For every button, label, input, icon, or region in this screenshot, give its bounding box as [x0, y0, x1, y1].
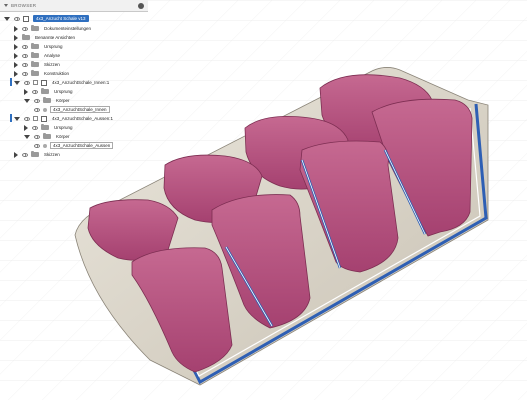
folder-icon: [31, 24, 39, 31]
chevron-right-icon[interactable]: [24, 124, 28, 131]
tree-item[interactable]: 4x3_AnzuchtSchale_Innen:1: [14, 78, 110, 87]
browser-title: BROWSER: [11, 3, 37, 8]
tree-item[interactable]: 4x3_AnzuchtSchale_Aussen: [34, 141, 114, 150]
eye-icon[interactable]: [34, 143, 40, 148]
eye-icon[interactable]: [22, 44, 28, 49]
active-indicator: [10, 114, 12, 122]
folder-icon: [31, 150, 39, 157]
checkbox-icon[interactable]: [33, 80, 38, 85]
tree-item[interactable]: Körper: [24, 96, 71, 105]
tree-item-label: 4x3_AnzuchtSchale_Innen: [50, 106, 110, 113]
chevron-down-icon[interactable]: [24, 98, 30, 103]
tree-item-label: Ursprung: [54, 125, 73, 130]
active-indicator: [10, 78, 12, 86]
eye-icon[interactable]: [34, 134, 40, 139]
tree-item-label: 4x3_AnzuchtSchale_Aussen:1: [52, 116, 114, 121]
folder-icon: [31, 69, 39, 76]
chevron-right-icon[interactable]: [14, 151, 18, 158]
root-label: 4x3_Anzucht Schale v13: [33, 15, 89, 22]
tree-item[interactable]: Benannte Ansichten: [14, 33, 76, 42]
tree-item[interactable]: Skizzen: [14, 60, 61, 69]
folder-icon: [31, 51, 39, 58]
tree-item-label: Analyse: [44, 53, 61, 58]
eye-icon[interactable]: [22, 152, 28, 157]
tree-item-label: Ursprung: [44, 44, 63, 49]
tree-item[interactable]: Ursprung: [24, 123, 74, 132]
tree-item-label: Konstruktion: [44, 71, 70, 76]
pin-icon[interactable]: [138, 2, 144, 9]
collapse-icon[interactable]: [4, 4, 8, 7]
tree-item-label: 4x3_AnzuchtSchale_Innen:1: [52, 80, 110, 85]
chevron-right-icon[interactable]: [14, 70, 18, 77]
chevron-right-icon[interactable]: [14, 52, 18, 59]
eye-icon[interactable]: [22, 62, 28, 67]
component-icon: [23, 15, 29, 22]
folder-icon: [41, 87, 49, 94]
tree-item[interactable]: Analyse: [14, 51, 61, 60]
chevron-right-icon[interactable]: [14, 43, 18, 50]
eye-icon[interactable]: [34, 107, 40, 112]
eye-icon[interactable]: [32, 89, 38, 94]
body-icon: [43, 143, 47, 148]
eye-icon[interactable]: [22, 26, 28, 31]
root-item[interactable]: 4x3_Anzucht Schale v13: [4, 14, 89, 23]
tree-item[interactable]: 4x3_AnzuchtSchale_Innen: [34, 105, 110, 114]
folder-icon: [31, 60, 39, 67]
tree-item[interactable]: Dokumenteinstellungen: [14, 24, 92, 33]
folder-icon: [41, 123, 49, 130]
tree-item[interactable]: Körper: [24, 132, 71, 141]
tree-item-label: Dokumenteinstellungen: [44, 26, 92, 31]
chevron-down-icon[interactable]: [24, 134, 30, 139]
chevron-down-icon[interactable]: [14, 116, 20, 121]
3d-viewport[interactable]: [0, 0, 527, 400]
tree-item-label: Skizzen: [44, 62, 60, 67]
tree-item[interactable]: Ursprung: [14, 42, 64, 51]
chevron-right-icon[interactable]: [14, 34, 18, 41]
component-icon: [41, 79, 47, 86]
tree-item-label: Benannte Ansichten: [35, 35, 76, 40]
tree-item-label: Körper: [56, 98, 70, 103]
eye-icon[interactable]: [24, 116, 30, 121]
eye-icon[interactable]: [32, 125, 38, 130]
eye-icon[interactable]: [34, 98, 40, 103]
tree-item[interactable]: Skizzen: [14, 150, 61, 159]
browser-header: BROWSER: [0, 0, 148, 12]
tree-item-label: Ursprung: [54, 89, 73, 94]
chevron-right-icon[interactable]: [24, 88, 28, 95]
tree-item[interactable]: 4x3_AnzuchtSchale_Aussen:1: [14, 114, 114, 123]
eye-icon[interactable]: [14, 16, 20, 21]
folder-icon: [43, 132, 51, 139]
browser-panel: BROWSER 4x3_Anzucht Schale v13 Dokumente…: [0, 0, 160, 158]
eye-icon[interactable]: [22, 53, 28, 58]
folder-icon: [43, 96, 51, 103]
tree-item[interactable]: Ursprung: [24, 87, 74, 96]
component-icon: [41, 115, 47, 122]
chevron-down-icon[interactable]: [14, 80, 20, 85]
eye-icon[interactable]: [22, 71, 28, 76]
chevron-right-icon[interactable]: [14, 61, 18, 68]
tree-item-label: 4x3_AnzuchtSchale_Aussen: [50, 142, 114, 149]
chevron-down-icon[interactable]: [4, 16, 10, 21]
body-icon: [43, 107, 47, 112]
eye-icon[interactable]: [24, 80, 30, 85]
tree-item-label: Skizzen: [44, 152, 60, 157]
folder-icon: [31, 42, 39, 49]
checkbox-icon[interactable]: [33, 116, 38, 121]
folder-icon: [22, 33, 30, 40]
tree-item-label: Körper: [56, 134, 70, 139]
chevron-right-icon[interactable]: [14, 25, 18, 32]
tree-item[interactable]: Konstruktion: [14, 69, 70, 78]
